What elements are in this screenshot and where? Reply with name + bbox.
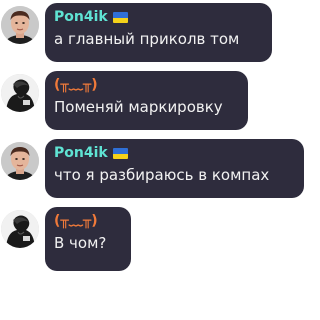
ukraine-flag-icon — [112, 148, 128, 159]
message-text: что я разбираюсь в компах — [54, 166, 270, 184]
avatar[interactable] — [1, 210, 39, 248]
message-text: Поменяй маркировку — [54, 98, 223, 116]
dark-figure-avatar-icon — [1, 210, 39, 248]
avatar[interactable] — [1, 74, 39, 112]
message-text: а главный приколв том — [54, 30, 240, 48]
message-bubble[interactable]: Pon4ik а главный приколв том — [45, 3, 272, 62]
message-bubble[interactable]: (╥﹏╥) Поменяй маркировку — [45, 71, 248, 130]
message-text: В чом? — [54, 234, 107, 252]
sender-name[interactable]: (╥﹏╥) — [54, 213, 119, 230]
avatar[interactable] — [1, 142, 39, 180]
message-bubble[interactable]: (╥﹏╥) В чом? — [45, 207, 131, 271]
message-bubble[interactable]: Pon4ik что я разбираюсь в компах — [45, 139, 304, 198]
sender-name[interactable]: Pon4ik — [54, 145, 292, 162]
dark-figure-avatar-icon — [1, 74, 39, 112]
sender-name[interactable]: (╥﹏╥) — [54, 77, 236, 94]
sender-name[interactable]: Pon4ik — [54, 9, 260, 26]
man-portrait-avatar-icon — [1, 6, 39, 44]
man-portrait-avatar-icon — [1, 142, 39, 180]
ukraine-flag-icon — [112, 12, 128, 23]
avatar[interactable] — [1, 6, 39, 44]
